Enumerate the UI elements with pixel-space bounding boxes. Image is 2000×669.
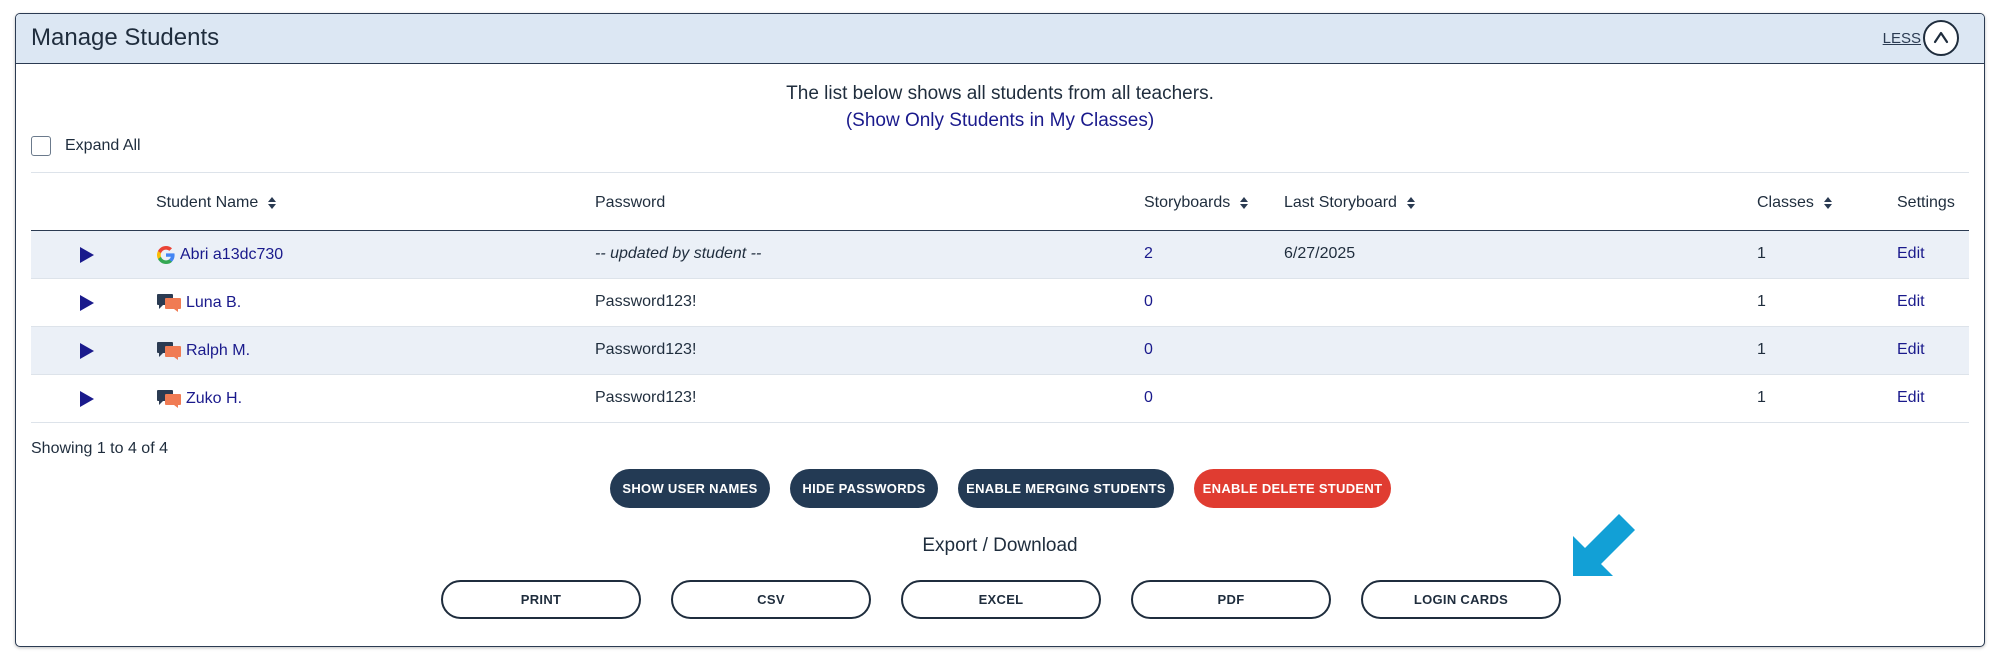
enable-merging-button[interactable]: ENABLE MERGING STUDENTS: [958, 469, 1174, 508]
edit-link[interactable]: Edit: [1897, 341, 1925, 359]
table-row: Zuko H. Password123! 0 1 Edit: [31, 375, 1969, 423]
less-link[interactable]: LESS: [1883, 30, 1921, 47]
col-last-storyboard-label: Last Storyboard: [1284, 194, 1397, 211]
password-cell: Password123!: [595, 389, 697, 406]
col-settings: Settings: [1897, 194, 1955, 212]
google-icon: [157, 246, 175, 264]
pdf-button[interactable]: PDF: [1131, 580, 1331, 619]
expand-all-checkbox[interactable]: [31, 136, 51, 156]
login-cards-button[interactable]: LOGIN CARDS: [1361, 580, 1561, 619]
col-classes[interactable]: Classes: [1757, 194, 1832, 212]
intro-line: The list below shows all students from a…: [786, 83, 1214, 104]
storyboards-cell[interactable]: 2: [1144, 245, 1153, 263]
student-name: Luna B.: [186, 294, 242, 311]
collapse-button[interactable]: [1923, 20, 1959, 56]
col-settings-label: Settings: [1897, 194, 1955, 211]
student-name: Zuko H.: [186, 390, 243, 407]
show-my-classes-link[interactable]: (Show Only Students in My Classes): [16, 107, 1984, 134]
sort-icon: [268, 197, 277, 209]
student-name: Ralph M.: [186, 342, 251, 359]
hide-passwords-button[interactable]: HIDE PASSWORDS: [790, 469, 938, 508]
chat-bubbles-icon: [157, 342, 181, 360]
sort-icon: [1240, 197, 1249, 209]
table-header: Student Name Password Storyboards Last S…: [31, 172, 1969, 231]
last-storyboard-cell: 6/27/2025: [1284, 245, 1356, 262]
col-student-name-label: Student Name: [156, 194, 259, 211]
expand-all-label: Expand All: [65, 137, 141, 154]
student-name-cell[interactable]: Ralph M.: [156, 341, 250, 361]
classes-cell: 1: [1757, 389, 1766, 406]
student-name: Abri a13dc730: [180, 246, 284, 263]
sort-icon: [1406, 197, 1415, 209]
panel-header: Manage Students LESS: [16, 14, 1984, 64]
expand-row-icon[interactable]: [79, 390, 95, 408]
showing-count: Showing 1 to 4 of 4: [31, 440, 168, 457]
expand-row-icon[interactable]: [79, 246, 95, 264]
password-cell: Password123!: [595, 341, 697, 358]
intro-text: The list below shows all students from a…: [16, 80, 1984, 134]
edit-link[interactable]: Edit: [1897, 293, 1925, 311]
chevron-up-icon: [1933, 31, 1949, 44]
arrow-pointer-icon: [1573, 514, 1635, 576]
col-storyboards-label: Storyboards: [1144, 194, 1231, 211]
action-buttons: SHOW USER NAMES HIDE PASSWORDS ENABLE ME…: [16, 469, 1984, 509]
col-classes-label: Classes: [1757, 194, 1814, 211]
expand-all[interactable]: Expand All: [31, 136, 141, 156]
chat-bubbles-icon: [157, 390, 181, 408]
panel-title: Manage Students: [31, 24, 220, 51]
student-name-cell[interactable]: Abri a13dc730: [156, 245, 283, 265]
sort-icon: [1823, 197, 1832, 209]
col-last-storyboard[interactable]: Last Storyboard: [1284, 194, 1415, 212]
chat-bubbles-icon: [157, 294, 181, 312]
table-row: Abri a13dc730 -- updated by student -- 2…: [31, 231, 1969, 279]
student-name-cell[interactable]: Zuko H.: [156, 389, 242, 409]
expand-row-icon[interactable]: [79, 294, 95, 312]
students-table: Student Name Password Storyboards Last S…: [31, 172, 1969, 423]
excel-button[interactable]: EXCEL: [901, 580, 1101, 619]
storyboards-cell[interactable]: 0: [1144, 389, 1153, 407]
export-title: Export / Download: [922, 535, 1078, 556]
classes-cell: 1: [1757, 245, 1766, 262]
edit-link[interactable]: Edit: [1897, 389, 1925, 407]
classes-cell: 1: [1757, 293, 1766, 310]
col-password: Password: [595, 194, 665, 212]
table-row: Luna B. Password123! 0 1 Edit: [31, 279, 1969, 327]
classes-cell: 1: [1757, 341, 1766, 358]
enable-delete-button[interactable]: ENABLE DELETE STUDENT: [1194, 469, 1391, 508]
table-row: Ralph M. Password123! 0 1 Edit: [31, 327, 1969, 375]
show-user-names-button[interactable]: SHOW USER NAMES: [610, 469, 770, 508]
edit-link[interactable]: Edit: [1897, 245, 1925, 263]
col-student-name[interactable]: Student Name: [156, 194, 277, 212]
expand-row-icon[interactable]: [79, 342, 95, 360]
manage-students-panel: Manage Students LESS The list below show…: [15, 13, 1985, 647]
print-button[interactable]: PRINT: [441, 580, 641, 619]
csv-button[interactable]: CSV: [671, 580, 871, 619]
col-storyboards[interactable]: Storyboards: [1144, 194, 1249, 212]
storyboards-cell[interactable]: 0: [1144, 341, 1153, 359]
student-name-cell[interactable]: Luna B.: [156, 293, 241, 313]
password-cell: Password123!: [595, 293, 697, 310]
col-password-label: Password: [595, 194, 666, 211]
password-cell: -- updated by student --: [595, 245, 762, 262]
storyboards-cell[interactable]: 0: [1144, 293, 1153, 311]
